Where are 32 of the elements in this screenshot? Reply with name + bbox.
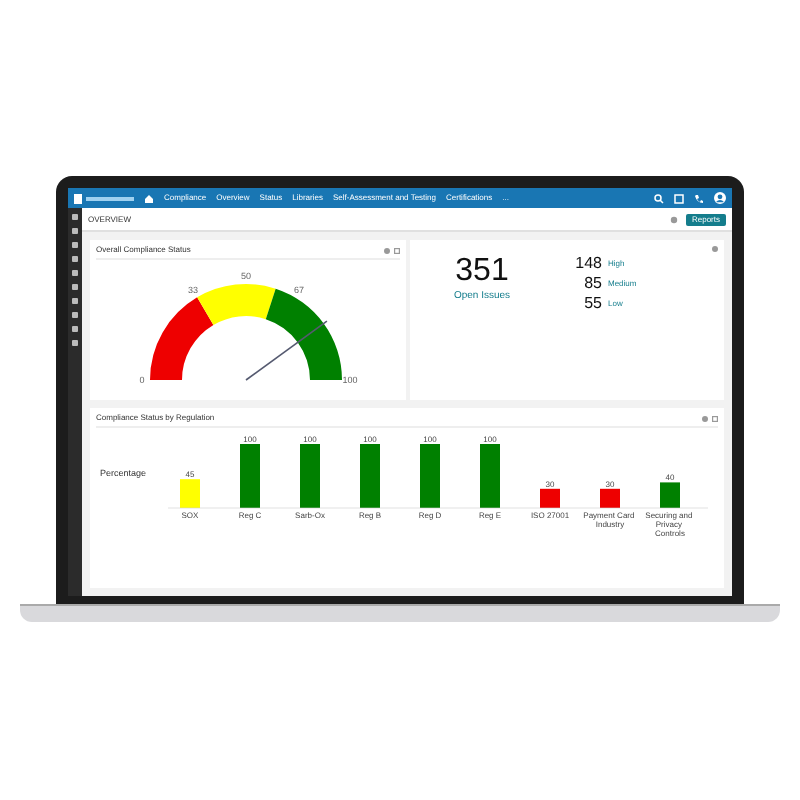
home-icon [144,193,154,203]
sidebar-icon[interactable] [72,228,78,234]
issue-count: 148 [573,256,602,272]
logo-icon [74,193,134,203]
user-icon[interactable] [714,192,726,204]
sidebar-icon[interactable] [72,312,78,318]
chart-bar [660,482,680,508]
expand-icon[interactable] [712,415,718,421]
chart-bar [540,488,560,508]
chart-bar [240,444,260,508]
issue-count: 55 [582,296,602,312]
sidebar-icon[interactable] [72,298,78,304]
chart-bar [360,444,380,508]
sidebar-icon[interactable] [72,326,78,332]
sidebar-icon[interactable] [72,340,78,346]
issue-count: 351 [455,256,509,288]
chart-bar [300,444,320,508]
sidebar-icon[interactable] [72,284,78,290]
phone-icon[interactable] [694,193,704,203]
gauge-needle [245,320,328,381]
grid-icon[interactable] [674,193,684,203]
sidebar-icon[interactable] [72,242,78,248]
expand-icon[interactable] [394,247,400,253]
chart-bar [180,479,200,508]
issue-count: 85 [582,276,602,292]
search-icon[interactable] [654,193,664,203]
sidebar-icon[interactable] [72,256,78,262]
sidebar-icon[interactable] [72,214,78,220]
chart-bar [600,488,620,508]
sidebar-icon[interactable] [72,270,78,276]
chart-bar [480,444,500,508]
chart-bar [420,444,440,508]
